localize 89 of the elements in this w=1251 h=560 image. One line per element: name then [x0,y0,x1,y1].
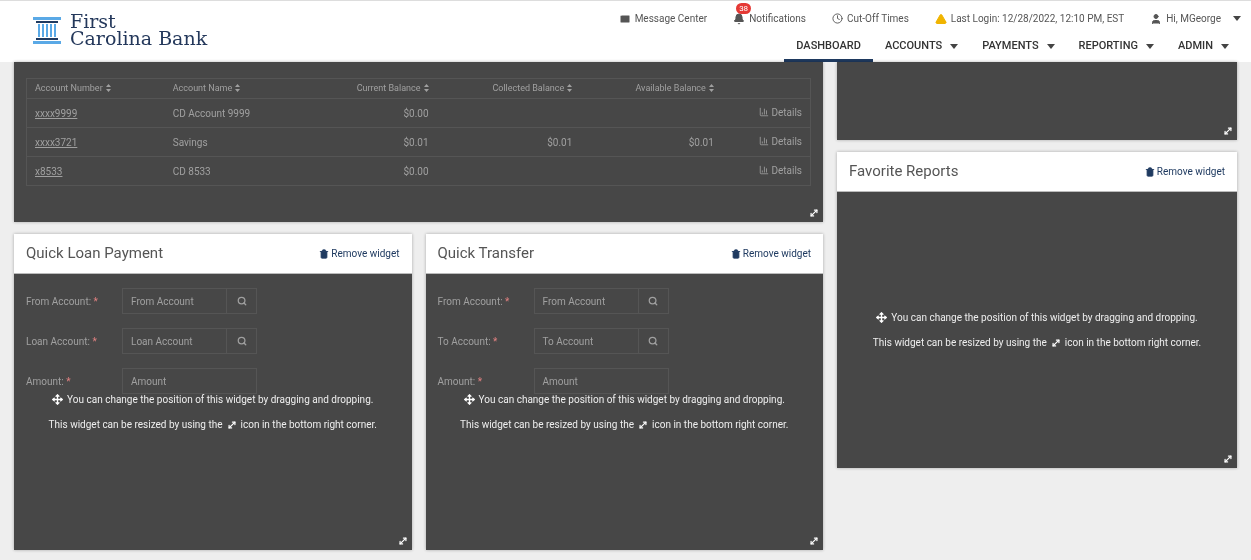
field-label: Amount: * [437,374,484,389]
resize-handle-icon[interactable] [397,536,408,546]
search-icon [648,336,658,346]
sort-icon [708,84,714,93]
column-header[interactable]: Collected Balance [492,82,565,93]
input-field[interactable]: To Account [533,328,669,354]
top-link-label: Hi, MGeorge [1166,12,1221,26]
resize-hint: This widget can be resized by using the icon in the bottom right corner. [460,418,789,432]
bank-name: Carolina Bank [70,30,208,47]
nav-tab[interactable]: PAYMENTS [970,34,1067,62]
input-field[interactable]: From Account [533,288,669,314]
move-icon [52,394,64,405]
field-label: Amount: * [26,374,72,389]
user-icon [1150,12,1163,25]
input-field[interactable]: Amount [533,368,669,394]
details-link[interactable]: Details [759,162,802,178]
column-header[interactable]: Account Name [172,82,233,93]
sort-icon [105,84,111,93]
input-field[interactable]: From Account [122,288,257,314]
table-cell: $0.01 [547,136,573,148]
account-link[interactable]: x8533 [35,165,63,177]
warning-icon [934,12,947,25]
field-label: From Account: * [26,294,99,309]
widget-title: Quick Transfer [437,243,535,265]
sort-icon [423,84,429,93]
account-link[interactable]: xxxx9999 [35,107,78,119]
search-icon [236,296,247,306]
notification-badge: 38 [736,3,752,14]
sort-icon [235,84,241,93]
top-link-label: Notifications [749,12,806,26]
table-cell: $0.01 [403,136,429,148]
table-cell: CD Account 9999 [172,107,251,119]
column-header[interactable]: Available Balance [635,82,706,93]
bank-name: First [70,13,116,30]
top-link-label: Message Center [634,12,708,26]
remove-widget-link[interactable]: Remove widget [1144,164,1225,179]
bell-icon [733,12,746,25]
table-cell: Savings [172,136,208,148]
nav-tab[interactable]: ADMIN [1166,34,1241,62]
resize-icon [638,419,649,430]
drag-hint: You can change the position of this widget by dragging and dropping. [52,392,374,407]
table-cell: $0.01 [688,136,714,148]
table-cell: $0.00 [403,165,429,177]
drag-hint: You can change the position of this widget by dragging and dropping. [876,310,1198,325]
column-header[interactable]: Account Number [35,82,103,93]
top-link[interactable]: Cut-Off Times [832,11,909,26]
top-link[interactable]: Notifications [733,11,806,26]
account-link[interactable]: xxxx3721 [35,136,78,148]
chart-icon [759,165,770,175]
resize-handle-icon[interactable] [809,536,819,546]
trash-icon [319,248,330,259]
move-icon [463,394,475,405]
remove-widget-link[interactable]: Remove widget [319,246,400,261]
sort-icon [567,84,573,93]
drag-hint: You can change the position of this widget by dragging and dropping. [463,392,785,407]
input-field[interactable]: Loan Account [122,328,257,354]
nav-tab[interactable]: REPORTING [1066,34,1166,62]
resize-handle-icon[interactable] [1223,126,1233,136]
search-icon [648,296,658,306]
column-logo-icon [32,15,62,45]
details-link[interactable]: Details [759,104,802,120]
nav-tab[interactable]: ACCOUNTS [872,34,971,62]
search-icon [236,336,247,346]
widget-title: Quick Loan Payment [26,243,164,265]
widget-title: Favorite Reports [849,161,959,183]
trash-icon [1144,166,1155,177]
chart-icon [759,107,770,117]
table-cell: CD 8533 [172,165,211,177]
details-link[interactable]: Details [759,133,802,149]
top-link-label: Cut-Off Times [847,12,909,26]
top-link[interactable]: Hi, MGeorge [1150,11,1241,26]
resize-handle-icon[interactable] [809,208,819,218]
clock-icon [832,13,843,24]
table-cell: $0.00 [403,107,429,119]
input-field[interactable]: Amount [122,368,257,394]
trash-icon [730,248,741,259]
top-link[interactable]: Message Center [618,11,708,26]
resize-icon [1050,337,1061,348]
field-label: To Account: * [437,334,499,349]
field-label: From Account: * [437,294,511,309]
resize-hint: This widget can be resized by using the icon in the bottom right corner. [48,418,377,432]
move-icon [876,312,888,323]
chart-icon [759,136,770,146]
field-label: Loan Account: * [26,334,98,349]
remove-widget-link[interactable]: Remove widget [730,246,811,261]
resize-hint: This widget can be resized by using the icon in the bottom right corner. [872,336,1202,350]
column-header[interactable]: Current Balance [356,82,421,93]
resize-icon [226,419,237,430]
resize-handle-icon[interactable] [1223,454,1233,464]
